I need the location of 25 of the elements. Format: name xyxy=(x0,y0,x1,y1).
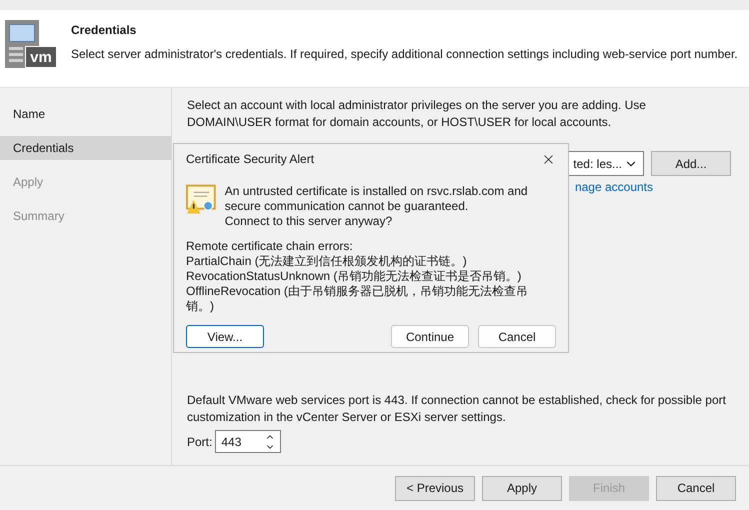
wizard-button[interactable]: < Previous xyxy=(395,476,475,500)
page-description: Select server administrator's credentials. If required, specify additional connection settings including web-service port number. xyxy=(71,46,738,63)
chain-error-text: PartialChain (无法建立到信任根颁发机构的证书链。) xyxy=(186,254,468,269)
step-item[interactable]: Credentials xyxy=(0,136,171,160)
dialog-title: Certificate Security Alert xyxy=(186,151,314,168)
port-label: Port: xyxy=(187,434,212,450)
alert-message: An untrusted certificate is installed on rsvc.rslab.com and secure communication cannot be guaranteed. xyxy=(224,184,529,214)
chain-error-text: OfflineRevocation (由于吊销服务器已脱机，吊销功能无法检查吊销。) xyxy=(186,284,529,314)
dropdown-value: ted: les... xyxy=(573,156,622,172)
instructions-text: Select an account with local administrator privileges on the server you are adding. Use DOMAIN\USER format for domain accounts, or HOST\USER for local accounts. xyxy=(187,97,647,131)
wizard-button[interactable]: Cancel xyxy=(656,476,736,500)
errors-heading: Remote certificate chain errors: xyxy=(186,239,354,254)
dialog-button[interactable]: Cancel xyxy=(478,325,556,348)
dialog-button[interactable]: View... xyxy=(186,325,264,348)
add-button[interactable]: Add... xyxy=(651,151,731,176)
dialog-button[interactable]: Continue xyxy=(391,325,469,348)
logo-text: vm xyxy=(30,50,52,64)
step-item[interactable]: Name xyxy=(0,102,171,126)
chain-error-text: RevocationStatusUnknown (吊销功能无法检查证书是否吊销。) xyxy=(186,269,522,284)
alert-question: Connect to this server anyway? xyxy=(224,214,394,229)
manage-accounts-link[interactable]: nage accounts xyxy=(574,178,653,196)
port-note: Default VMware web services port is 443. If connection cannot be established, check for possible port customization in the vCenter Server or ESXi server settings. xyxy=(187,392,727,426)
page-title: Credentials xyxy=(71,22,138,39)
wizard-button[interactable]: Apply xyxy=(482,476,562,500)
port-spinbox[interactable]: 443 xyxy=(215,430,282,453)
